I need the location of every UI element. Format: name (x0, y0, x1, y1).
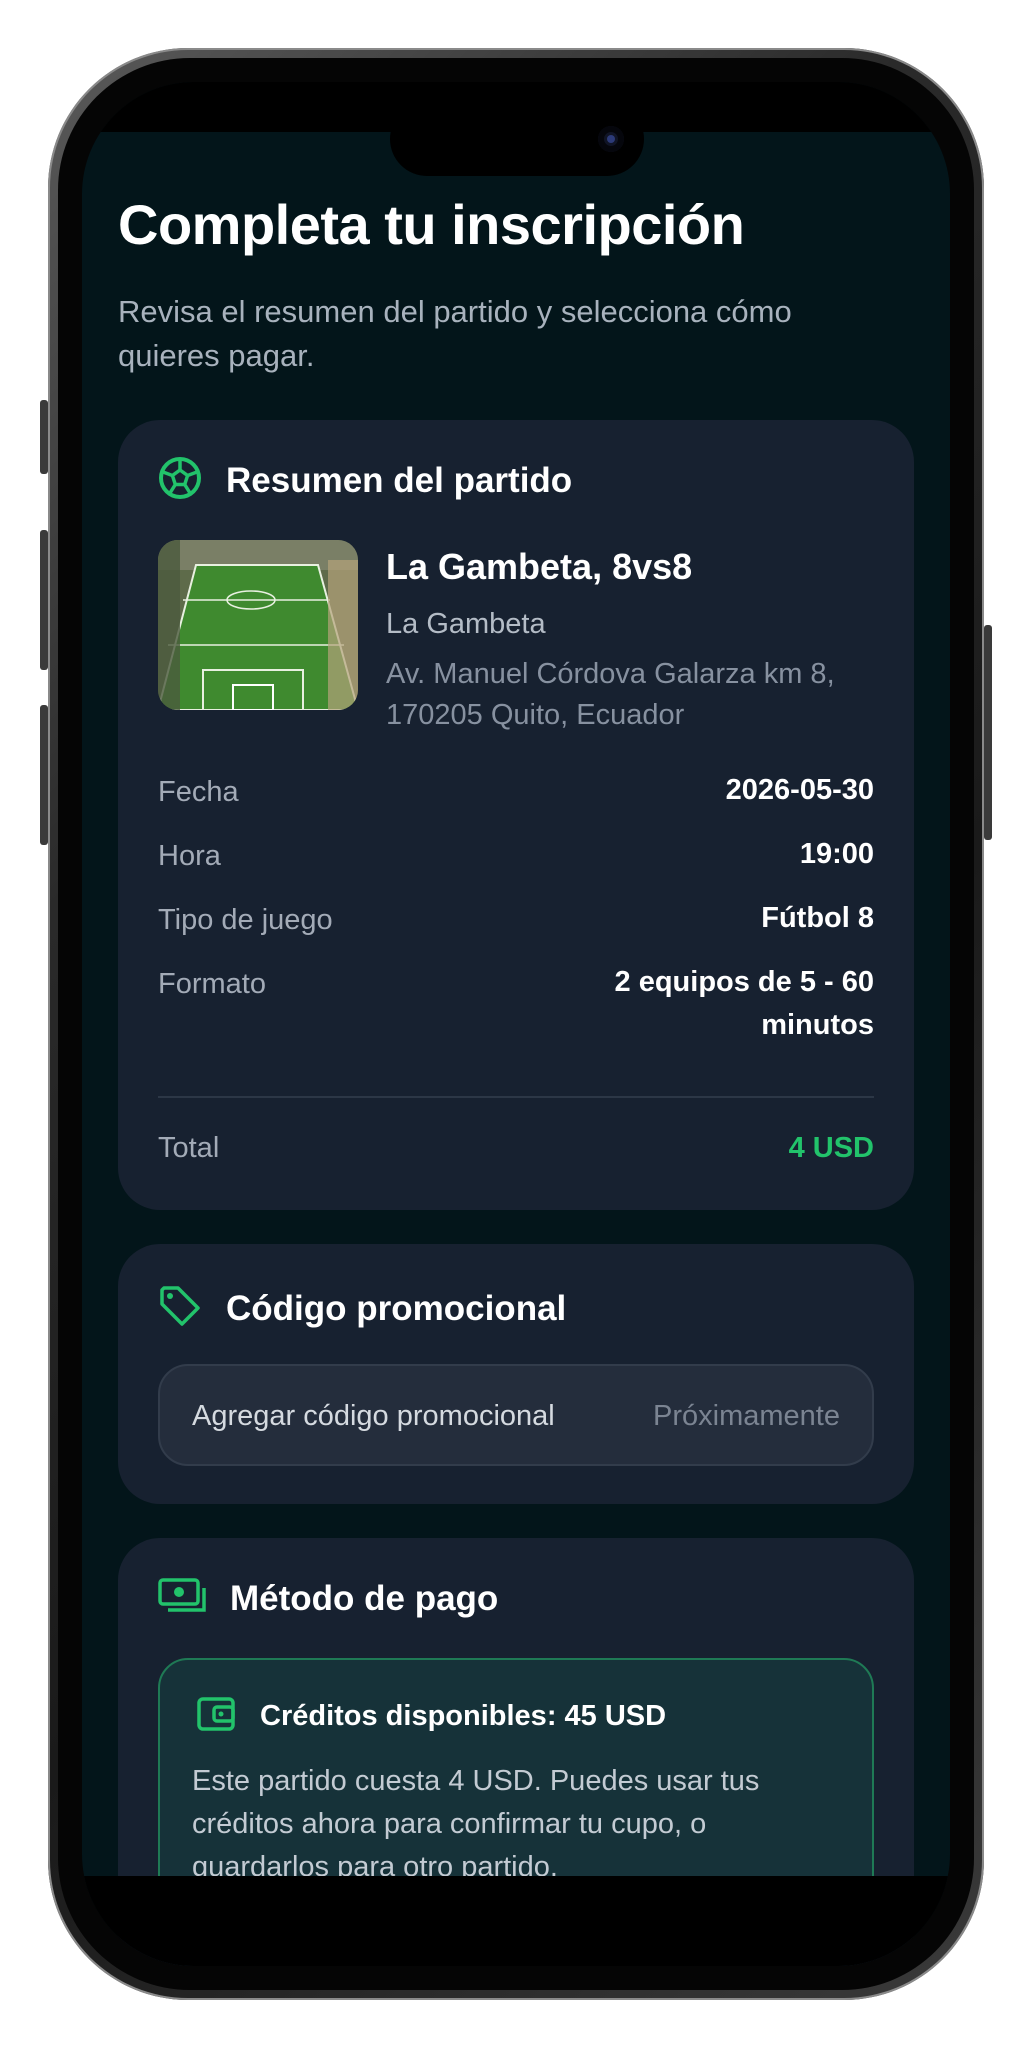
volume-up-button (40, 530, 48, 670)
detail-label: Tipo de juego (158, 904, 333, 936)
promo-header: Código promocional (158, 1284, 566, 1333)
credits-description: Este partido cuesta 4 USD. Puedes usar t… (192, 1765, 760, 1883)
detail-row-format: Formato 2 equipos de 5 - 60 minutos (158, 966, 874, 1047)
wallet-icon (196, 1694, 236, 1739)
action-button (40, 400, 48, 474)
front-camera (598, 126, 624, 152)
match-name: La Gambeta, 8vs8 (386, 546, 693, 587)
summary-divider (158, 1096, 874, 1098)
venue-name: La Gambeta (386, 608, 546, 640)
total-label: Total (158, 1132, 220, 1164)
page-title: Completa tu inscripción (118, 193, 745, 256)
promo-title: Código promocional (226, 1288, 567, 1328)
detail-value: 19:00 (799, 838, 874, 870)
app-screen: Completa tu inscripción Revisa el resume… (82, 82, 950, 1966)
field-thumbnail (158, 540, 358, 710)
detail-row-date: Fecha 2026-05-30 (158, 774, 874, 812)
credits-header: Créditos disponibles: 45 USD (196, 1694, 666, 1739)
summary-title: Resumen del partido (226, 460, 573, 500)
total-value: 4 USD (788, 1132, 874, 1164)
home-indicator-area (82, 1876, 950, 1966)
promo-code-card: Código promocional Agregar código promoc… (118, 1244, 914, 1504)
detail-value: 2026-05-30 (725, 774, 874, 806)
detail-label: Formato (158, 968, 266, 1000)
summary-header: Resumen del partido (158, 456, 572, 505)
page-subtitle: Revisa el resumen del partido y seleccio… (118, 294, 792, 373)
match-summary-card: Resumen del partido La Gambeta, 8vs8 La … (118, 420, 914, 1210)
detail-label: Hora (158, 840, 221, 872)
promo-code-field[interactable]: Agregar código promocional Próximamente (158, 1364, 874, 1466)
detail-row-game-type: Tipo de juego Fútbol 8 (158, 902, 874, 940)
payment-title: Método de pago (230, 1578, 499, 1618)
venue-address: Av. Manuel Córdova Galarza km 8, 170205 … (386, 658, 835, 731)
volume-down-button (40, 705, 48, 845)
power-button (984, 625, 992, 840)
detail-value: 2 equipos de 5 - 60 minutos (614, 966, 874, 1041)
total-row: Total 4 USD (158, 1132, 874, 1165)
cash-icon (158, 1578, 206, 1619)
soccer-ball-icon (158, 456, 202, 505)
detail-row-time: Hora 19:00 (158, 838, 874, 876)
payment-header: Método de pago (158, 1578, 498, 1619)
promo-field-label: Agregar código promocional (192, 1400, 555, 1432)
detail-value: Fútbol 8 (761, 902, 874, 934)
detail-label: Fecha (158, 776, 239, 808)
promo-coming-soon-badge: Próximamente (653, 1400, 840, 1432)
tag-icon (158, 1284, 202, 1333)
credits-title: Créditos disponibles: 45 USD (260, 1700, 667, 1732)
